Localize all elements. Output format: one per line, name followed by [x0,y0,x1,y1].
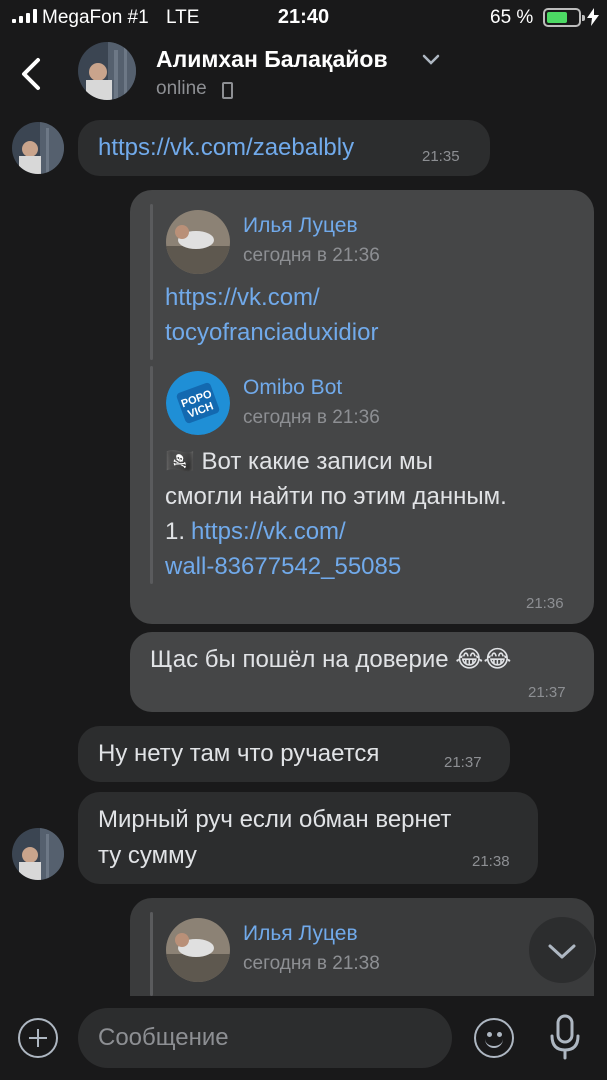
message-link[interactable]: wall-83677542_55085 [165,549,401,585]
message-input[interactable] [78,1008,452,1068]
battery-icon [543,8,585,27]
contact-avatar[interactable] [78,42,136,100]
scroll-down-button[interactable] [528,916,596,984]
message-bubble[interactable]: Ну нету там что ручается 21:37 [78,726,510,782]
message-time: 21:38 [472,853,510,870]
message-time: 21:37 [528,684,566,701]
forward-author-avatar[interactable] [166,918,230,982]
message-bubble[interactable]: Илья Луцев сегодня в 21:36 https://vk.co… [130,190,594,624]
message-text: Ну нету там что ручается [98,740,380,767]
microphone-icon[interactable] [548,1014,582,1060]
emoji-icon[interactable] [474,1018,514,1058]
chevron-down-icon[interactable] [422,54,440,66]
message-text: ту сумму [98,842,197,869]
message-bubble[interactable]: Илья Луцев сегодня в 21:38 [130,898,594,996]
status-bar: MegaFon #1 LTE 21:40 65 % [0,0,607,34]
message-composer [0,996,607,1080]
plus-icon[interactable] [18,1018,58,1058]
message-time: 21:36 [526,595,564,612]
forward-author-avatar[interactable]: POPO VICH [166,371,230,435]
forward-date: сегодня в 21:36 [243,245,380,266]
message-text: смогли найти по этим данным. [165,483,507,510]
message-bubble[interactable]: Мирный руч если обман вернет ту сумму 21… [78,792,538,884]
message-time: 21:35 [422,148,460,165]
forward-author-name[interactable]: Илья Луцев [243,922,358,946]
forward-bar [150,366,153,584]
message-link[interactable]: https://vk.com/zaebalbly [98,130,354,166]
forward-author-name[interactable]: Omibo Bot [243,376,342,400]
message-text: 🏴‍☠️ Вот какие записи мы [165,448,433,475]
sender-avatar[interactable] [12,122,64,174]
message-text: 1. [165,518,186,545]
message-link[interactable]: https://vk.com/ [165,280,320,316]
charging-icon [587,8,599,26]
contact-name[interactable]: Алимхан Балақайов [156,46,388,73]
forward-bar [150,912,153,996]
sender-avatar[interactable] [12,828,64,880]
back-arrow-icon[interactable] [14,52,48,96]
chat-header: Алимхан Балақайов online [0,34,607,114]
forward-date: сегодня в 21:38 [243,953,380,974]
message-text: Мирный руч если обман вернет [98,806,452,833]
scroll-down-icon [548,944,576,959]
message-bubble[interactable]: https://vk.com/zaebalbly 21:35 [78,120,490,176]
battery-percent: 65 % [490,7,534,28]
contact-status: online [156,78,207,99]
message-bubble[interactable]: Щас бы пошёл на доверие 😂😂 21:37 [130,632,594,712]
message-link[interactable]: https://vk.com/ [191,514,346,550]
forward-author-avatar[interactable] [166,210,230,274]
message-link[interactable]: tocyofranciaduxidior [165,315,378,351]
message-time: 21:37 [444,754,482,771]
forward-date: сегодня в 21:36 [243,407,380,428]
message-text: Щас бы пошёл на доверие 😂😂 [150,646,512,673]
forward-bar [150,204,153,360]
phone-icon [222,82,233,99]
forward-author-name[interactable]: Илья Луцев [243,214,358,238]
